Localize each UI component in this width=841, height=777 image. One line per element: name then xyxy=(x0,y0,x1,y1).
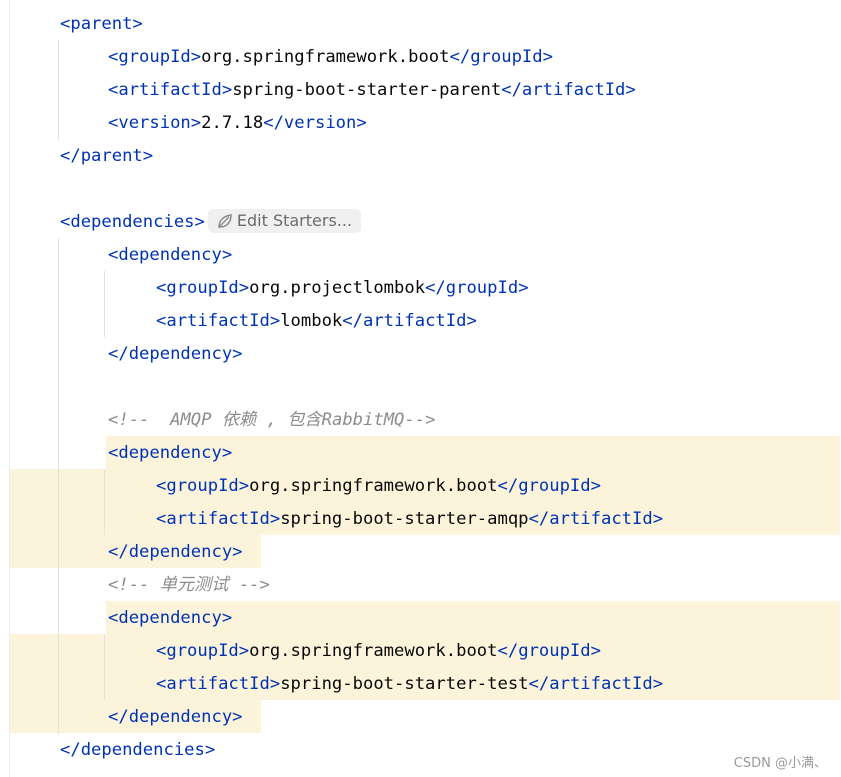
xml-tag: <artifactId> xyxy=(156,311,281,331)
code-line[interactable]: <!-- 单元测试 --> xyxy=(108,569,270,602)
code-line[interactable]: <dependency> xyxy=(108,437,232,470)
code-line[interactable]: <version>2.7.18</version> xyxy=(108,107,367,140)
xml-tag: <dependency> xyxy=(108,443,233,463)
xml-tag: </parent> xyxy=(60,146,154,166)
code-line[interactable]: <artifactId>spring-boot-starter-amqp</ar… xyxy=(156,503,663,536)
indent-guide xyxy=(104,469,105,535)
code-line[interactable]: </parent> xyxy=(60,140,153,173)
xml-tag: <artifactId> xyxy=(156,674,281,694)
code-line[interactable]: <groupId>org.springframework.boot</group… xyxy=(108,41,553,74)
xml-tag: </groupId> xyxy=(497,641,601,661)
code-line[interactable]: <artifactId>lombok</artifactId> xyxy=(156,305,477,338)
code-line[interactable]: <groupId>org.projectlombok</groupId> xyxy=(156,272,529,305)
xml-text: 2.7.18 xyxy=(201,113,264,133)
indent-guide xyxy=(58,238,59,734)
code-line[interactable]: <artifactId>spring-boot-starter-parent</… xyxy=(108,74,636,107)
xml-tag: <version> xyxy=(108,113,202,133)
xml-tag: </groupId> xyxy=(449,47,553,67)
code-editor[interactable]: <parent> <groupId>org.springframework.boo… xyxy=(0,0,841,777)
code-line[interactable]: </dependency> xyxy=(108,701,243,734)
xml-tag: <groupId> xyxy=(156,641,250,661)
xml-comment: <!-- 单元测试 --> xyxy=(108,575,270,595)
code-line[interactable]: <!-- AMQP 依赖 , 包含RabbitMQ--> xyxy=(108,404,435,437)
indent-guide xyxy=(104,271,105,337)
code-line[interactable]: </dependency> xyxy=(108,338,243,371)
xml-text: spring-boot-starter-test xyxy=(280,674,529,694)
code-line[interactable]: <dependencies> Edit Starters... xyxy=(60,206,362,239)
code-line[interactable]: </dependency> xyxy=(108,536,243,569)
xml-tag: </dependency> xyxy=(108,344,243,364)
code-line[interactable]: <artifactId>spring-boot-starter-test</ar… xyxy=(156,668,663,701)
indent-guide xyxy=(104,634,105,700)
xml-tag: <artifactId> xyxy=(108,80,233,100)
xml-tag: <artifactId> xyxy=(156,509,281,529)
xml-tag: </version> xyxy=(263,113,367,133)
xml-tag: <parent> xyxy=(60,14,143,34)
xml-tag: </artifactId> xyxy=(528,509,664,529)
xml-tag: <dependency> xyxy=(108,245,233,265)
xml-text: org.projectlombok xyxy=(249,278,426,298)
indent-guide xyxy=(58,40,59,140)
code-line[interactable]: </dependencies> xyxy=(60,734,215,767)
xml-tag: </groupId> xyxy=(425,278,529,298)
xml-comment: <!-- AMQP 依赖 , 包含RabbitMQ--> xyxy=(108,410,436,430)
xml-tag: <groupId> xyxy=(108,47,202,67)
code-line[interactable]: <groupId>org.springframework.boot</group… xyxy=(156,470,601,503)
xml-text: org.springframework.boot xyxy=(201,47,450,67)
xml-tag: </dependency> xyxy=(108,542,243,562)
edit-starters-label: Edit Starters... xyxy=(236,211,353,230)
xml-tag: </groupId> xyxy=(497,476,601,496)
edit-starters-button[interactable]: Edit Starters... xyxy=(207,209,362,233)
spring-leaf-icon xyxy=(218,213,232,228)
xml-text: org.springframework.boot xyxy=(249,641,498,661)
xml-tag: </artifactId> xyxy=(342,311,477,331)
code-line[interactable]: <parent> xyxy=(60,8,143,41)
xml-tag: <groupId> xyxy=(156,278,250,298)
xml-text: spring-boot-starter-amqp xyxy=(280,509,529,529)
xml-text: spring-boot-starter-parent xyxy=(232,80,502,100)
watermark: CSDN @小满、 xyxy=(733,756,827,771)
xml-tag: <groupId> xyxy=(156,476,250,496)
xml-text: lombok xyxy=(280,311,343,331)
xml-tag: </dependencies> xyxy=(60,740,216,760)
code-line[interactable]: <groupId>org.springframework.boot</group… xyxy=(156,635,601,668)
xml-text: org.springframework.boot xyxy=(249,476,498,496)
xml-tag: <dependencies> xyxy=(60,212,205,232)
xml-tag: </dependency> xyxy=(108,707,243,727)
xml-tag: </artifactId> xyxy=(528,674,664,694)
xml-tag: </artifactId> xyxy=(501,80,636,100)
code-line[interactable]: <dependency> xyxy=(108,602,232,635)
xml-tag: <dependency> xyxy=(108,608,233,628)
code-line[interactable]: <dependency> xyxy=(108,239,232,272)
